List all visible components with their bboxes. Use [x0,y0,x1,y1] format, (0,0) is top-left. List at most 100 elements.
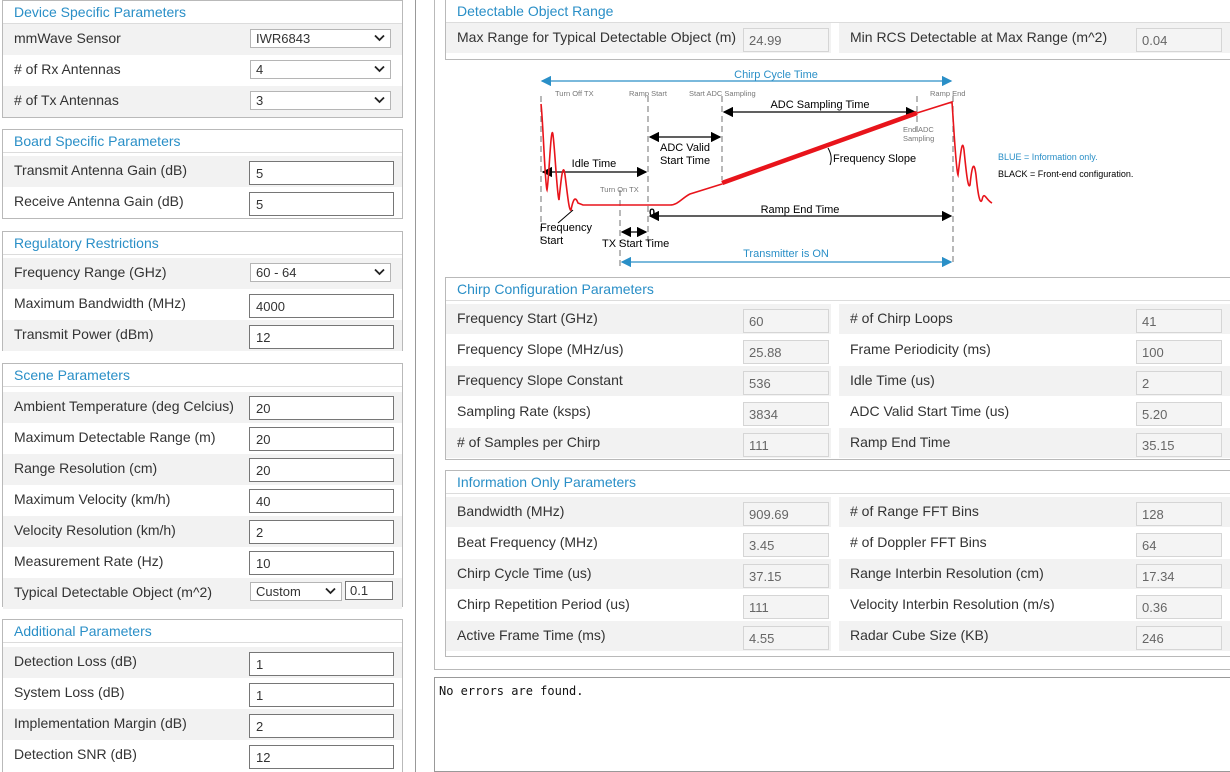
chirp-loops-row: # of Chirp Loops 41 [839,304,1230,334]
chirp-cycle-label: Chirp Cycle Time [734,69,818,81]
max-range-typical-label: Max Range for Typical Detectable Object … [457,29,737,45]
tx-power-row: Transmit Power (dBm) 12 [3,320,402,351]
ramp-end-row: Ramp End Time 35.15 [839,428,1230,458]
chirp-config-panel: Chirp Configuration Parameters Frequency… [445,277,1230,460]
tx-gain-row: Transmit Antenna Gain (dB) 5 [3,156,402,187]
freq-range-select[interactable]: 60 - 64 [250,263,391,282]
max-velocity-input[interactable]: 40 [249,489,394,513]
range-interbin-output: 17.34 [1136,564,1222,588]
typical-object-input[interactable]: 0.1 [345,581,393,600]
radar-cube-row: Radar Cube Size (KB) 246 [839,621,1230,651]
tx-power-label: Transmit Power (dBm) [14,326,154,342]
vel-interbin-label: Velocity Interbin Resolution (m/s) [850,596,1055,612]
idle-time-label: Idle Time (us) [850,372,935,388]
zero-marker: 0 [649,207,655,219]
detection-loss-row: Detection Loss (dB) 1 [3,647,402,678]
console-message: No errors are found. [439,684,584,698]
detection-snr-label: Detection SNR (dB) [14,746,137,762]
ambient-temp-row: Ambient Temperature (deg Celcius) 20 [3,392,402,423]
tx-gain-input[interactable]: 5 [249,161,394,185]
freq-start-label: Frequency Start (GHz) [457,310,598,326]
scene-params-title: Scene Parameters [3,364,402,387]
chirp-rep-output: 111 [743,595,829,619]
impl-margin-input[interactable]: 2 [249,714,394,738]
meas-rate-input[interactable]: 10 [249,551,394,575]
detection-snr-input[interactable]: 12 [249,745,394,769]
chirp-cycle-row: Chirp Cycle Time (us) 37.15 [446,559,831,589]
tx-row: # of Tx Antennas 3 [3,86,402,117]
beat-freq-label: Beat Frequency (MHz) [457,534,598,550]
max-velocity-label: Maximum Velocity (km/h) [14,491,171,507]
max-bw-label: Maximum Bandwidth (MHz) [14,295,186,311]
system-loss-input[interactable]: 1 [249,683,394,707]
range-interbin-label: Range Interbin Resolution (cm) [850,565,1044,581]
regulatory-panel: Regulatory Restrictions Frequency Range … [2,231,403,351]
error-console[interactable]: No errors are found. [434,677,1230,772]
frequency-slope-label: Frequency Slope [833,153,916,165]
detection-loss-label: Detection Loss (dB) [14,653,137,669]
vel-interbin-row: Velocity Interbin Resolution (m/s) 0.36 [839,590,1230,620]
radar-cube-label: Radar Cube Size (KB) [850,627,989,643]
ambient-temp-input[interactable]: 20 [249,396,394,420]
tx-power-input[interactable]: 12 [249,325,394,349]
max-range-input[interactable]: 20 [249,427,394,451]
chirp-config-title: Chirp Configuration Parameters [446,278,1230,301]
slope-const-label: Frequency Slope Constant [457,372,623,388]
min-rcs-row: Min RCS Detectable at Max Range (m^2) 0.… [839,23,1230,53]
system-loss-label: System Loss (dB) [14,684,125,700]
rx-gain-input[interactable]: 5 [249,192,394,216]
adc-valid-label-2: Start Time [660,155,710,167]
max-bw-input[interactable]: 4000 [249,294,394,318]
end-adc-label-1: End ADC [903,125,934,134]
meas-rate-row: Measurement Rate (Hz) 10 [3,547,402,578]
max-range-label: Maximum Detectable Range (m) [14,429,216,445]
legend-black: BLACK = Front-end configuration. [998,169,1133,179]
adc-valid-row: ADC Valid Start Time (us) 5.20 [839,397,1230,427]
rx-antennas-select[interactable]: 4 [250,60,391,79]
freq-slope-row: Frequency Slope (MHz/us) 25.88 [446,335,831,365]
detectable-range-panel: Detectable Object Range Max Range for Ty… [445,0,1230,60]
info-params-title: Information Only Parameters [446,471,1230,494]
min-rcs-label: Min RCS Detectable at Max Range (m^2) [850,29,1108,45]
ramp-end-output: 35.15 [1136,433,1222,457]
impl-margin-label: Implementation Margin (dB) [14,715,187,731]
ramp-start-label: Ramp Start [629,89,668,98]
sensor-select[interactable]: IWR6843 [250,29,391,48]
samples-per-chirp-label: # of Samples per Chirp [457,434,601,450]
detection-snr-row: Detection SNR (dB) 12 [3,740,402,771]
max-bw-row: Maximum Bandwidth (MHz) 4000 [3,289,402,320]
freq-range-row: Frequency Range (GHz) 60 - 64 [3,258,402,289]
idle-time-row: Idle Time (us) 2 [839,366,1230,396]
radar-cube-output: 246 [1136,626,1222,650]
turn-on-tx-label: Turn On TX [600,185,639,194]
freq-start-output: 60 [743,309,829,333]
detection-loss-input[interactable]: 1 [249,652,394,676]
freq-range-value: 60 - 64 [256,265,297,280]
tx-antennas-select[interactable]: 3 [250,91,391,110]
slope-const-row: Frequency Slope Constant 536 [446,366,831,396]
doppler-fft-output: 64 [1136,533,1222,557]
adc-sampling-time-label: ADC Sampling Time [770,99,869,111]
velocity-res-input[interactable]: 2 [249,520,394,544]
beat-freq-output: 3.45 [743,533,829,557]
device-params-title: Device Specific Parameters [3,1,402,24]
ramp-end-time-label: Ramp End Time [761,204,840,216]
tx-gain-label: Transmit Antenna Gain (dB) [14,162,188,178]
sampling-rate-label: Sampling Rate (ksps) [457,403,591,419]
range-fft-row: # of Range FFT Bins 128 [839,497,1230,527]
device-params-panel: Device Specific Parameters mmWave Sensor… [2,0,403,118]
meas-rate-label: Measurement Rate (Hz) [14,553,164,569]
samples-per-chirp-output: 111 [743,433,829,457]
info-bw-row: Bandwidth (MHz) 909.69 [446,497,831,527]
info-params-panel: Information Only Parameters Bandwidth (M… [445,470,1230,657]
turn-off-tx-label: Turn Off TX [555,89,594,98]
typical-object-select[interactable]: Custom [250,582,342,601]
chirp-timing-diagram: Chirp Cycle Time Turn Off TX Ramp Start … [540,69,1133,268]
range-res-input[interactable]: 20 [249,458,394,482]
chirp-loops-output: 41 [1136,309,1222,333]
freq-slope-label: Frequency Slope (MHz/us) [457,341,624,357]
additional-params-title: Additional Parameters [3,620,402,643]
adc-valid-label: ADC Valid Start Time (us) [850,403,1010,419]
range-res-label: Range Resolution (cm) [14,460,158,476]
start-adc-label: Start ADC Sampling [689,89,756,98]
